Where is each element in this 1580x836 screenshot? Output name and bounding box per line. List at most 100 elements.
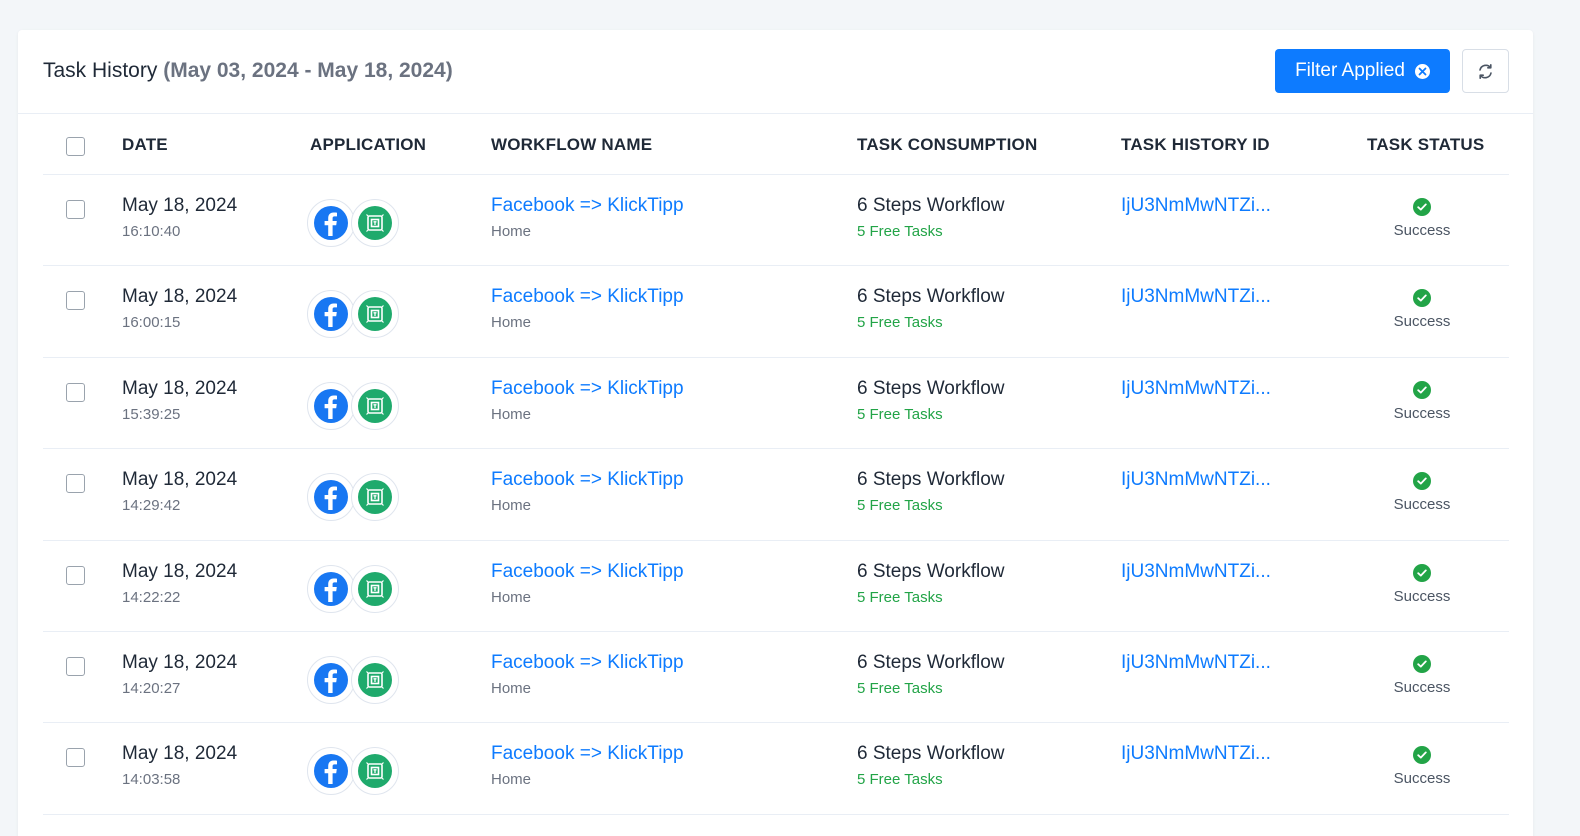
table-row[interactable]: May 18, 2024 16:10:40 Facebook => KlickT… <box>43 175 1509 267</box>
row-checkbox[interactable] <box>66 474 85 494</box>
row-applications <box>307 747 401 796</box>
row-time: 14:22:22 <box>122 588 181 606</box>
column-date[interactable]: DATE <box>122 135 168 155</box>
row-checkbox[interactable] <box>66 200 85 219</box>
date-range: (May 03, 2024 - May 18, 2024) <box>163 59 453 82</box>
task-consumption: 6 Steps Workflow <box>857 651 1005 673</box>
app-klicktipp <box>351 381 399 430</box>
filter-applied-button[interactable]: Filter Applied <box>1275 49 1450 93</box>
app-klicktipp <box>351 290 399 339</box>
task-status: Success <box>1367 380 1477 422</box>
facebook-icon <box>314 206 348 240</box>
klicktipp-icon <box>358 206 392 240</box>
workflow-folder: Home <box>491 588 532 606</box>
task-history-id-link[interactable]: IjU3NmMwNTZi... <box>1121 378 1271 400</box>
card-header: Task History (May 03, 2024 - May 18, 202… <box>18 30 1533 114</box>
workflow-folder: Home <box>491 314 532 332</box>
workflow-folder: Home <box>491 679 532 697</box>
task-history-id-link[interactable]: IjU3NmMwNTZi... <box>1121 561 1271 583</box>
workflow-name-link[interactable]: Facebook => KlickTipp <box>491 378 684 400</box>
workflow-name-link[interactable]: Facebook => KlickTipp <box>491 561 684 583</box>
app-facebook <box>307 199 355 247</box>
row-checkbox[interactable] <box>66 382 85 402</box>
row-date: May 18, 2024 <box>122 377 238 399</box>
row-checkbox[interactable] <box>66 748 85 768</box>
row-checkbox[interactable] <box>66 565 85 585</box>
row-applications <box>307 564 401 613</box>
app-facebook <box>307 290 355 339</box>
row-applications <box>307 290 401 339</box>
status-label: Success <box>1393 587 1451 605</box>
task-consumption: 6 Steps Workflow <box>857 195 1005 216</box>
klicktipp-icon <box>358 388 392 423</box>
task-status: Success <box>1367 654 1477 696</box>
row-checkbox[interactable] <box>66 291 85 311</box>
free-tasks: 5 Free Tasks <box>857 679 943 697</box>
task-status: Success <box>1367 289 1477 330</box>
free-tasks: 5 Free Tasks <box>857 771 943 789</box>
task-status: Success <box>1367 198 1477 239</box>
task-history-id-link[interactable]: IjU3NmMwNTZi... <box>1121 469 1271 491</box>
table-row[interactable]: May 18, 2024 15:39:25 Facebook => KlickT… <box>43 358 1509 450</box>
row-date: May 18, 2024 <box>122 195 238 216</box>
row-date: May 18, 2024 <box>122 469 238 491</box>
workflow-folder: Home <box>491 223 532 240</box>
workflow-name-link[interactable]: Facebook => KlickTipp <box>491 195 684 217</box>
column-workflow-name[interactable]: WORKFLOW NAME <box>491 135 652 155</box>
task-history-id-link[interactable]: IjU3NmMwNTZi... <box>1121 743 1271 765</box>
app-klicktipp <box>351 199 399 247</box>
success-check-icon <box>1413 198 1431 216</box>
task-status: Success <box>1367 472 1477 513</box>
row-applications <box>307 655 401 704</box>
app-facebook <box>307 473 355 522</box>
clear-filter-icon[interactable] <box>1414 63 1430 79</box>
workflow-name-link[interactable]: Facebook => KlickTipp <box>491 652 684 674</box>
status-label: Success <box>1393 222 1451 239</box>
task-history-id-link[interactable]: IjU3NmMwNTZi... <box>1121 286 1271 308</box>
free-tasks: 5 Free Tasks <box>857 223 943 240</box>
column-application[interactable]: APPLICATION <box>310 135 426 155</box>
table-row[interactable]: May 18, 2024 14:20:27 Facebook => KlickT… <box>43 632 1509 724</box>
success-check-icon <box>1413 289 1431 308</box>
task-history-id-link[interactable]: IjU3NmMwNTZi... <box>1121 195 1271 217</box>
column-task-status[interactable]: TASK STATUS <box>1367 135 1484 155</box>
app-facebook <box>307 381 355 430</box>
status-label: Success <box>1393 313 1451 331</box>
column-task-consumption[interactable]: TASK CONSUMPTION <box>857 135 1037 155</box>
workflow-folder: Home <box>491 497 532 515</box>
task-history-id-link[interactable]: IjU3NmMwNTZi... <box>1121 652 1271 674</box>
row-time: 16:10:40 <box>122 223 181 240</box>
klicktipp-icon <box>358 571 392 606</box>
facebook-icon <box>314 662 348 697</box>
title-text: Task History <box>43 59 158 82</box>
row-applications <box>307 381 401 430</box>
app-klicktipp <box>351 564 399 613</box>
task-consumption: 6 Steps Workflow <box>857 377 1005 399</box>
workflow-folder: Home <box>491 405 532 423</box>
refresh-button[interactable] <box>1462 49 1509 93</box>
table-row[interactable]: May 18, 2024 14:29:42 Facebook => KlickT… <box>43 449 1509 541</box>
workflow-name-link[interactable]: Facebook => KlickTipp <box>491 469 684 491</box>
workflow-name-link[interactable]: Facebook => KlickTipp <box>491 743 684 765</box>
column-task-history-id[interactable]: TASK HISTORY ID <box>1121 135 1270 155</box>
table-row[interactable]: May 18, 2024 16:00:15 Facebook => KlickT… <box>43 266 1509 358</box>
free-tasks: 5 Free Tasks <box>857 314 943 332</box>
klicktipp-icon <box>358 480 392 515</box>
task-consumption: 6 Steps Workflow <box>857 286 1005 308</box>
table-row[interactable]: May 18, 2024 14:03:58 Facebook => KlickT… <box>43 723 1509 815</box>
success-check-icon <box>1413 472 1431 491</box>
klicktipp-icon <box>358 662 392 697</box>
row-date: May 18, 2024 <box>122 286 238 308</box>
workflow-folder: Home <box>491 771 532 789</box>
task-consumption: 6 Steps Workflow <box>857 743 1005 765</box>
task-consumption: 6 Steps Workflow <box>857 560 1005 582</box>
workflow-name-link[interactable]: Facebook => KlickTipp <box>491 286 684 308</box>
free-tasks: 5 Free Tasks <box>857 497 943 515</box>
success-check-icon <box>1413 654 1431 673</box>
select-all-checkbox[interactable] <box>66 137 85 156</box>
status-label: Success <box>1393 770 1451 788</box>
table-row[interactable]: May 18, 2024 14:22:22 Facebook => KlickT… <box>43 541 1509 632</box>
task-history-card: Task History (May 03, 2024 - May 18, 202… <box>18 30 1533 836</box>
row-checkbox[interactable] <box>66 656 85 676</box>
row-time: 14:29:42 <box>122 497 181 515</box>
